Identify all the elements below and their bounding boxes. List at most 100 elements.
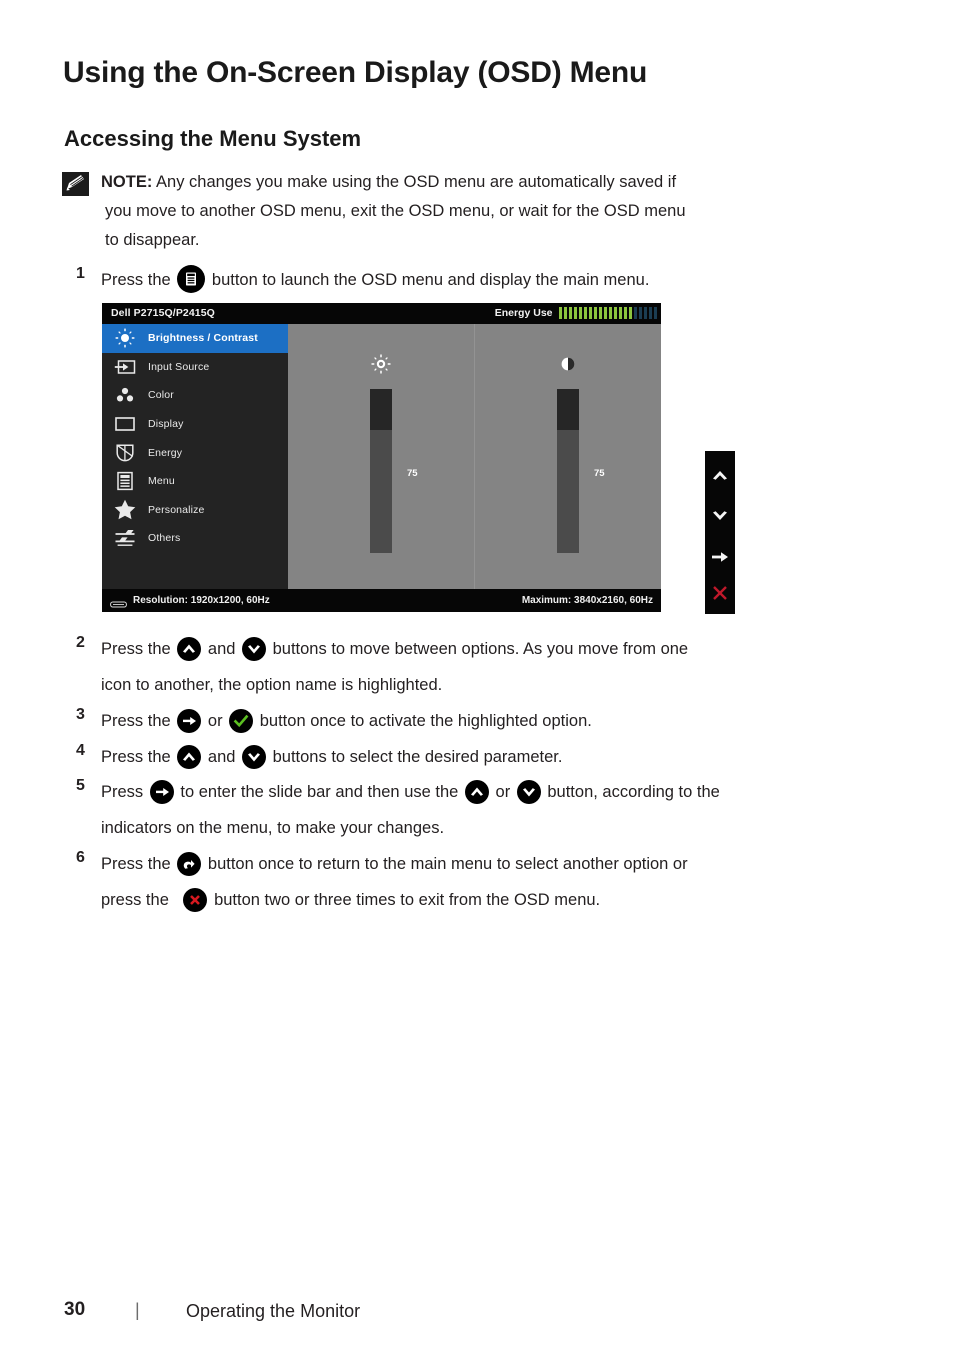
step-3-post: button once to activate the highlighted … <box>259 712 592 730</box>
energy-bar-filled <box>588 307 592 319</box>
step-4-mid: and <box>207 748 236 766</box>
color-icon <box>102 386 148 404</box>
up-arrow-icon <box>177 637 202 661</box>
note-line-3: to disappear. <box>105 231 200 249</box>
up-arrow-icon <box>464 780 489 804</box>
step-1-text: Press the button to launch the OSD menu … <box>101 262 861 298</box>
step-3-pre: Press the <box>101 712 171 730</box>
contrast-icon <box>475 354 661 374</box>
step-5-number: 5 <box>76 777 85 794</box>
contrast-slider-empty <box>557 389 579 430</box>
display-icon <box>102 416 148 432</box>
osd-menu-item-label: Brightness / Contrast <box>148 332 258 345</box>
osd-menu-item-energy[interactable]: Energy <box>102 438 288 467</box>
key-down-arrow-icon[interactable] <box>705 496 735 536</box>
section-heading: Accessing the Menu System <box>64 126 362 151</box>
step-1-pre: Press the <box>101 271 171 289</box>
step-6-number: 6 <box>76 849 85 866</box>
right-arrow-icon <box>149 780 174 804</box>
monitor-key-column <box>705 451 735 614</box>
step-4-pre: Press the <box>101 748 171 766</box>
step-3-number: 3 <box>76 706 85 723</box>
energy-bar-filled <box>603 307 607 319</box>
energy-bar-filled <box>578 307 582 319</box>
footer-section-title: Operating the Monitor <box>186 1301 361 1321</box>
down-arrow-icon <box>516 780 541 804</box>
key-right-arrow-icon[interactable] <box>705 537 735 577</box>
step-2-mid: and <box>207 640 236 658</box>
green-check-icon <box>229 709 254 733</box>
osd-menu-item-brightness-contrast[interactable]: Brightness / Contrast <box>102 324 288 353</box>
osd-menu-sidebar: Brightness / Contrast Input Source Color Di… <box>102 324 288 589</box>
step-2-pre: Press the <box>101 640 171 658</box>
step-2-number: 2 <box>76 634 85 651</box>
energy-bar-empty <box>648 307 652 319</box>
energy-bar-filled <box>623 307 627 319</box>
back-arrow-icon <box>177 852 202 876</box>
energy-bar-filled <box>593 307 597 319</box>
down-arrow-icon <box>242 745 267 769</box>
step-6-line-2-post: button two or three times to exit from t… <box>214 891 601 909</box>
step-2-post: buttons to move between options. As you … <box>272 640 689 658</box>
step-4-text: Press the and buttons to select the desi… <box>101 739 891 775</box>
step-5-text: Press to enter the slide bar and then us… <box>101 774 901 846</box>
step-4-number: 4 <box>76 742 85 759</box>
osd-title-bar: Dell P2715Q/P2415Q Energy Use <box>102 303 661 324</box>
footer-separator: | <box>135 1300 140 1320</box>
osd-menu-item-label: Input Source <box>148 360 210 373</box>
osd-model-name: Dell P2715Q/P2415Q <box>111 307 215 319</box>
energy-bar-empty <box>633 307 637 319</box>
input-source-icon <box>102 359 148 375</box>
osd-menu-item-display[interactable]: Display <box>102 410 288 439</box>
osd-menu-item-personalize[interactable]: Personalize <box>102 496 288 525</box>
step-5-pre: Press <box>101 783 144 801</box>
note-line-2: you move to another OSD menu, exit the O… <box>105 202 686 220</box>
step-2-line-2: icon to another, the option name is high… <box>101 676 443 694</box>
contrast-slider-column[interactable]: 75 <box>474 324 661 589</box>
osd-menu-item-others[interactable]: Others <box>102 524 288 553</box>
step-6-line-2-pre: press the <box>101 891 169 909</box>
menu-list-icon <box>102 471 148 491</box>
brightness-slider-column[interactable]: 75 <box>288 324 474 589</box>
step-6-text: Press the button once to return to the m… <box>101 846 901 918</box>
osd-menu-item-label: Display <box>148 418 184 431</box>
step-4-post: buttons to select the desired parameter. <box>272 748 563 766</box>
step-5-mid-2: or <box>495 783 511 801</box>
step-5-post: button, according to the <box>547 783 720 801</box>
energy-bar-filled <box>568 307 572 319</box>
osd-menu-item-label: Energy <box>148 446 183 459</box>
energy-bar-filled <box>608 307 612 319</box>
key-up-arrow-icon[interactable] <box>705 455 735 495</box>
energy-bar-filled <box>573 307 577 319</box>
osd-menu-item-color[interactable]: Color <box>102 381 288 410</box>
osd-menu-item-input-source[interactable]: Input Source <box>102 353 288 382</box>
monitor-icon <box>110 597 127 615</box>
osd-resolution-text: Resolution: 1920x1200, 60Hz <box>133 595 270 606</box>
step-6-pre: Press the <box>101 855 171 873</box>
brightness-slider-empty <box>370 389 392 430</box>
contrast-slider-track[interactable] <box>557 389 579 553</box>
step-1-post: button to launch the OSD menu and displa… <box>211 271 650 289</box>
energy-bar-filled <box>613 307 617 319</box>
menu-button-icon <box>177 265 206 293</box>
step-3-mid: or <box>207 712 223 730</box>
osd-menu-item-menu[interactable]: Menu <box>102 467 288 496</box>
note-label: NOTE: <box>101 173 153 191</box>
osd-status-bar: Resolution: 1920x1200, 60Hz Maximum: 384… <box>102 589 661 612</box>
step-1-number: 1 <box>76 265 85 282</box>
osd-menu-item-label: Color <box>148 389 174 402</box>
brightness-slider-track[interactable] <box>370 389 392 553</box>
footer-page-number: 30 <box>64 1299 86 1320</box>
osd-menu-item-label: Others <box>148 532 181 545</box>
step-5-mid-1: to enter the slide bar and then use the <box>180 783 459 801</box>
energy-bar-empty <box>653 307 657 319</box>
step-2-text: Press the and buttons to move between op… <box>101 631 891 703</box>
key-red-x-icon[interactable] <box>705 573 735 613</box>
personalize-star-icon <box>102 499 148 520</box>
energy-bar-filled <box>628 307 632 319</box>
contrast-value: 75 <box>594 468 605 479</box>
brightness-value: 75 <box>407 468 418 479</box>
down-arrow-icon <box>242 637 267 661</box>
energy-use-bars <box>558 307 657 319</box>
right-arrow-icon <box>177 709 202 733</box>
